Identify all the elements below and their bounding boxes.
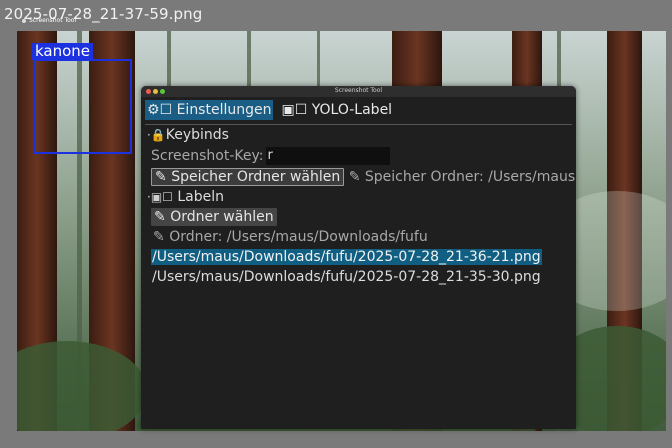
screenshot-tool-window: Screenshot Tool ⚙☐ Einstellungen ▣☐ YOLO… — [141, 86, 576, 429]
tab-bar: ⚙☐ Einstellungen ▣☐ YOLO-Label — [145, 100, 394, 122]
save-folder-row: ✎ Speicher Ordner wählen ✎ Speicher Ordn… — [151, 168, 575, 186]
window-title: Screenshot Tool — [334, 87, 383, 94]
embedded-window-title: Screenshot Tool — [22, 17, 76, 24]
window-titlebar[interactable]: Screenshot Tool — [141, 86, 576, 97]
tab-label: Einstellungen — [176, 102, 272, 118]
checkbox-icon: ☐ — [159, 102, 173, 118]
file-path: /Users/maus/Downloads/fufu/2025-07-28_21… — [151, 249, 542, 265]
image-icon: ·▣☐ — [147, 190, 173, 204]
screenshot-key-input[interactable]: r — [265, 147, 390, 165]
screenshot-key-label: Screenshot-Key: — [151, 148, 264, 164]
divider — [145, 124, 572, 125]
window-dot-icon — [22, 18, 26, 23]
keybinds-header: ·🔒Keybinds — [147, 127, 229, 143]
labeln-header: ·▣☐ Labeln — [147, 189, 225, 205]
bbox-label: kanone — [32, 43, 94, 60]
gear-icon: ⚙ — [147, 102, 160, 118]
tab-yolo-label[interactable]: ▣☐ YOLO-Label — [279, 100, 394, 120]
folder-icon: ✎ — [155, 169, 167, 185]
file-path: /Users/maus/Downloads/fufu/2025-07-28_21… — [152, 269, 541, 285]
tab-label: YOLO-Label — [311, 102, 393, 118]
save-folder-path: ✎ Speicher Ordner: /Users/maus — [348, 169, 576, 185]
tab-einstellungen[interactable]: ⚙☐ Einstellungen — [145, 100, 274, 120]
choose-folder-row: ✎ Ordner wählen — [151, 208, 277, 226]
file-list-item[interactable]: /Users/maus/Downloads/fufu/2025-07-28_21… — [151, 248, 542, 266]
lock-icon: ·🔒 — [147, 128, 166, 142]
image-icon: ▣ — [281, 102, 295, 118]
screenshot-key-row: Screenshot-Key: r — [151, 147, 390, 165]
label-folder-path: ✎ Ordner: /Users/maus/Downloads/fufu — [153, 229, 428, 245]
folder-icon: ✎ — [154, 209, 166, 225]
folder-icon: ✎ — [153, 229, 165, 245]
file-list-item[interactable]: /Users/maus/Downloads/fufu/2025-07-28_21… — [152, 268, 541, 286]
choose-folder-button[interactable]: ✎ Ordner wählen — [151, 208, 277, 226]
folder-icon: ✎ — [348, 169, 361, 185]
choose-save-folder-button[interactable]: ✎ Speicher Ordner wählen — [151, 168, 345, 186]
checkbox-icon: ☐ — [294, 102, 308, 118]
bounding-box[interactable] — [34, 59, 132, 154]
